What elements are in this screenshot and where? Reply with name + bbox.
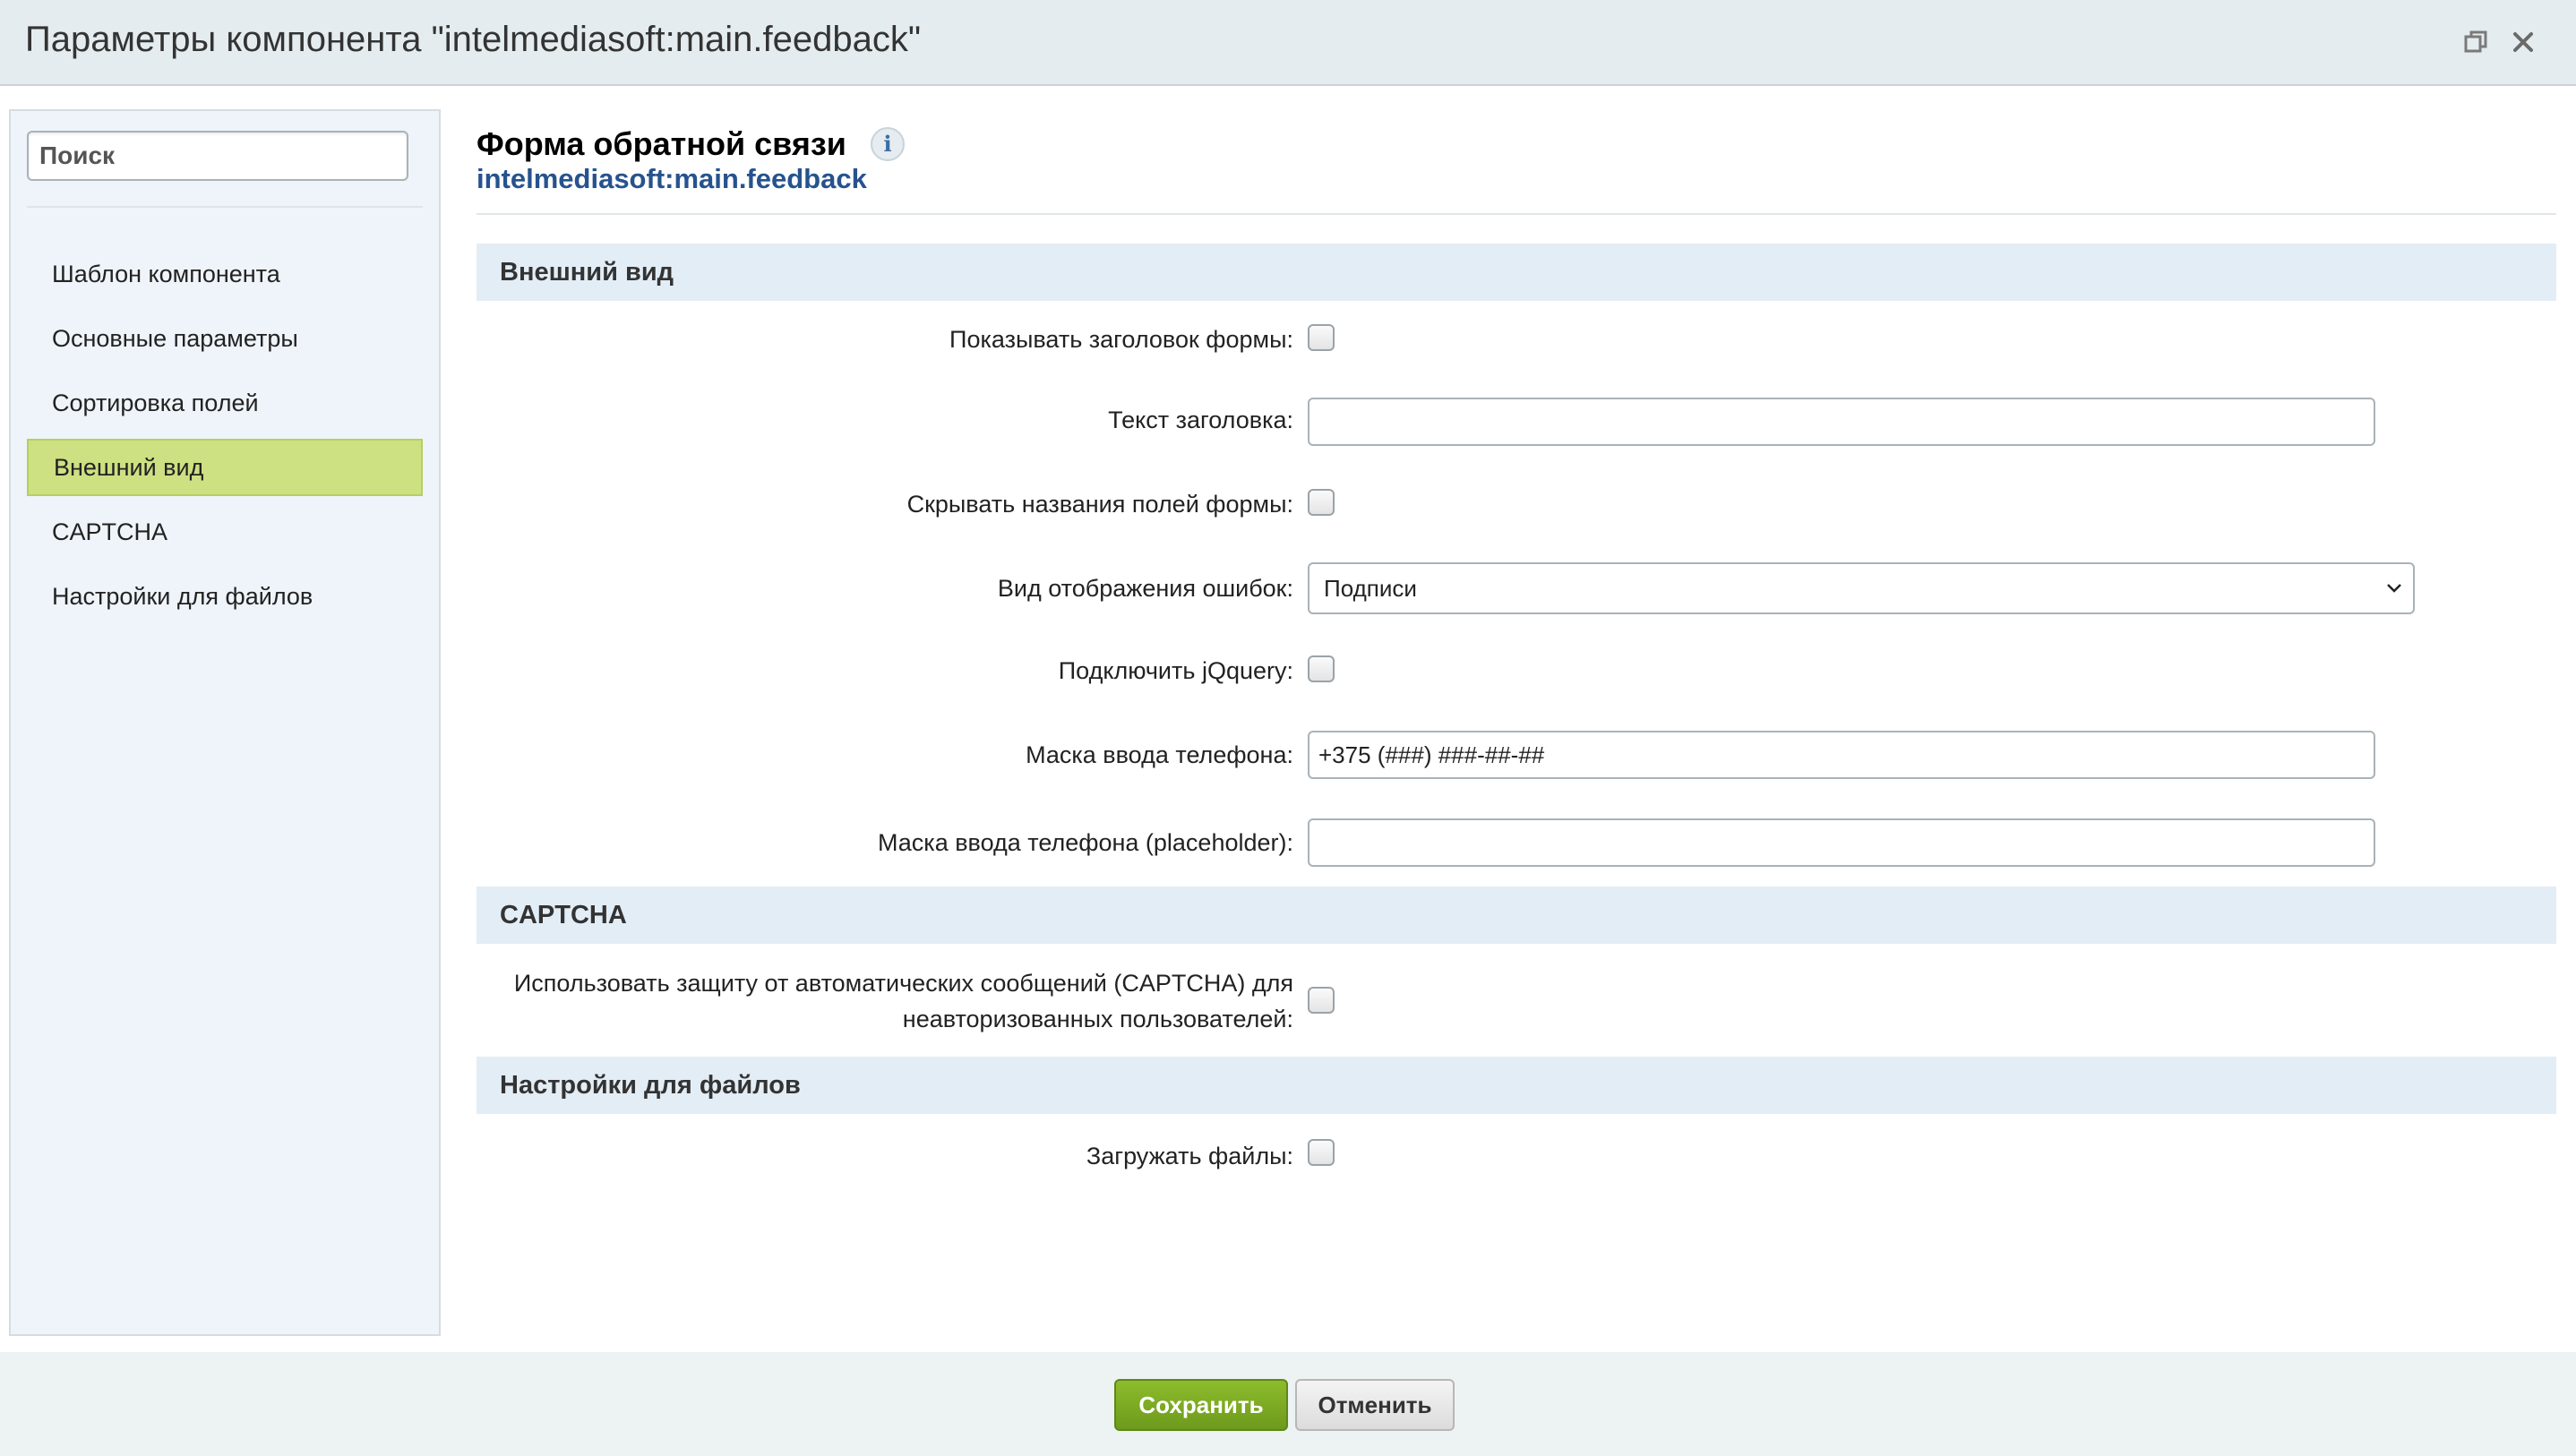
sidebar-item-captcha[interactable]: CAPTCHA [27,503,423,561]
jquery-label: Подключить jQquery: [1058,657,1293,684]
sidebar-item-main-params[interactable]: Основные параметры [27,310,423,367]
sidebar-item-file-settings[interactable]: Настройки для файлов [27,568,423,625]
sidebar-item-appearance[interactable]: Внешний вид [27,439,423,496]
phone-mask-input[interactable] [1308,731,2375,779]
sidebar-item-template[interactable]: Шаблон компонента [27,245,423,303]
phone-placeholder-label: Маска ввода телефона (placeholder): [877,829,1293,856]
show-title-label: Показывать заголовок формы: [949,326,1293,353]
sidebar: Шаблон компонента Основные параметры Сор… [9,109,441,1336]
title-text-label: Текст заголовка: [1108,407,1293,433]
section-appearance: Внешний вид [477,244,2556,301]
hide-labels-label: Скрывать названия полей формы: [906,491,1293,518]
save-button[interactable]: Сохранить [1114,1379,1288,1431]
search-input[interactable] [27,131,408,181]
chevron-down-icon [2387,584,2401,593]
phone-mask-label: Маска ввода телефона: [1026,741,1293,768]
error-display-value: Подписи [1324,575,1417,602]
sidebar-nav: Шаблон компонента Основные параметры Сор… [27,245,423,632]
close-icon[interactable] [2508,27,2538,57]
search-box [27,131,408,181]
upload-files-label: Загружать файлы: [1086,1143,1293,1169]
cancel-button[interactable]: Отменить [1295,1379,1455,1431]
window-title: Параметры компонента "intelmediasoft:mai… [25,20,922,59]
title-text-input[interactable] [1308,398,2375,446]
section-captcha: CAPTCHA [477,886,2556,944]
show-title-checkbox[interactable] [1308,324,1335,351]
use-captcha-checkbox[interactable] [1308,987,1335,1014]
sidebar-item-field-sorting[interactable]: Сортировка полей [27,374,423,432]
error-display-select[interactable]: Подписи [1308,562,2415,614]
sidebar-divider [27,206,423,208]
restore-window-icon[interactable] [2460,27,2491,57]
window-titlebar: Параметры компонента "intelmediasoft:mai… [0,0,2576,86]
jquery-checkbox[interactable] [1308,655,1335,682]
section-file-settings: Настройки для файлов [477,1057,2556,1114]
error-display-label: Вид отображения ошибок: [997,575,1293,602]
hide-labels-checkbox[interactable] [1308,489,1335,516]
page-title: Форма обратной связи [477,125,846,162]
component-code: intelmediasoft:main.feedback [477,163,867,194]
upload-files-checkbox[interactable] [1308,1139,1335,1166]
phone-placeholder-input[interactable] [1308,818,2375,867]
dialog-footer: Сохранить Отменить [0,1352,2576,1456]
main-content: Форма обратной связи i intelmediasoft:ma… [477,109,2556,1336]
info-icon[interactable]: i [871,127,905,161]
header-divider [477,213,2556,215]
use-captcha-label: Использовать защиту от автоматических со… [513,970,1293,1032]
